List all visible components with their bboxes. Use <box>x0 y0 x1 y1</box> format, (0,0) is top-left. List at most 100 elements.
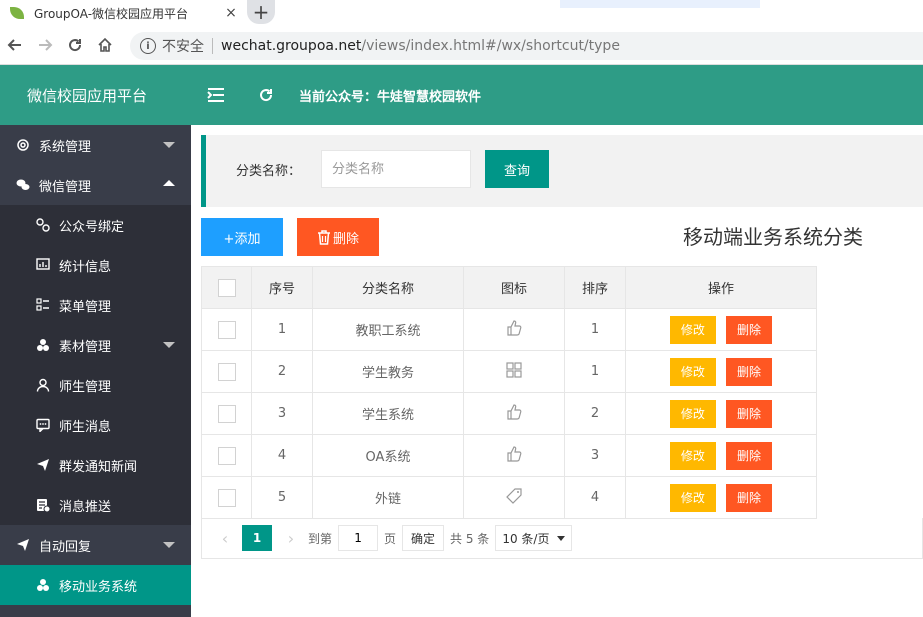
table-row: 1 教职工系统 1 修改 删除 <box>201 308 817 351</box>
row-checkbox[interactable] <box>217 446 236 465</box>
row-select-cell <box>201 434 252 477</box>
delete-button[interactable]: 删除 <box>726 399 773 428</box>
next-page-icon[interactable]: › <box>280 529 302 548</box>
row-actions: 修改 删除 <box>625 308 817 351</box>
edit-button[interactable]: 修改 <box>669 315 716 344</box>
edit-button[interactable]: 修改 <box>669 399 716 428</box>
row-icon-cell <box>463 476 565 519</box>
sidebar-item-messages[interactable]: 师生消息 <box>0 405 191 445</box>
sidebar-item-statistics[interactable]: 统计信息 <box>0 245 191 285</box>
batch-delete-label: 删除 <box>332 231 359 247</box>
app-header: 微信校园应用平台 当前公众号：牛娃智慧校园软件 <box>0 65 923 125</box>
delete-button[interactable]: 删除 <box>726 483 773 512</box>
sidebar-item-menu[interactable]: 菜单管理 <box>0 285 191 325</box>
url-path: /views/index.html#/wx/shortcut/type <box>361 38 620 54</box>
address-bar: i 不安全 wechat.groupoa.net /views/index.ht… <box>0 26 923 65</box>
thumbs-up-icon <box>506 319 522 340</box>
sidebar-item-label: 系统管理 <box>39 139 92 155</box>
sidebar-item-label: 统计信息 <box>59 259 112 275</box>
row-no: 5 <box>251 476 313 519</box>
divider <box>212 38 213 54</box>
row-icon-cell <box>463 434 565 477</box>
new-tab-button[interactable]: + <box>247 0 275 24</box>
row-checkbox[interactable] <box>217 488 236 507</box>
refresh-icon[interactable] <box>241 87 291 103</box>
row-name: 外链 <box>312 476 464 519</box>
table-row: 5 外链 4 修改 删除 <box>201 476 817 519</box>
tab-close-icon[interactable]: × <box>222 5 240 21</box>
user-icon <box>36 378 50 392</box>
app-logo[interactable]: 微信校园应用平台 <box>0 85 191 106</box>
material-icon <box>36 578 50 592</box>
goto-confirm-button[interactable]: 确定 <box>402 525 445 551</box>
tag-icon <box>506 487 522 508</box>
delete-button[interactable]: 删除 <box>726 441 773 470</box>
column-header[interactable]: 分类名称 <box>312 266 464 309</box>
row-actions: 修改 删除 <box>625 434 817 477</box>
current-account: 当前公众号：牛娃智慧校园软件 <box>299 89 482 105</box>
sidebar-item-label: 菜单管理 <box>59 299 112 315</box>
link-icon <box>36 218 50 232</box>
sidebar-item-account-binding[interactable]: 公众号绑定 <box>0 205 191 245</box>
home-icon[interactable] <box>90 30 120 60</box>
edit-button[interactable]: 修改 <box>669 441 716 470</box>
row-select-cell <box>201 476 252 519</box>
row-actions: 修改 删除 <box>625 476 817 519</box>
sidebar-item-users[interactable]: 师生管理 <box>0 365 191 405</box>
forward-icon[interactable] <box>30 30 60 60</box>
sidebar-item-label: 移动业务系统 <box>59 579 138 595</box>
back-icon[interactable] <box>0 30 30 60</box>
add-button[interactable]: +添加 <box>201 218 283 256</box>
sidebar-item-material[interactable]: 素材管理 <box>0 325 191 365</box>
sidebar-item-broadcast[interactable]: 群发通知新闻 <box>0 445 191 485</box>
batch-delete-button[interactable]: 删除 <box>297 218 379 256</box>
url-host: wechat.groupoa.net <box>221 38 362 54</box>
background-decoration <box>560 0 760 8</box>
sidebar: 系统管理 微信管理 公众号绑定 统计信息 菜单管理 素材管理 师生管理 师生消息… <box>0 125 191 617</box>
sidebar-item-push[interactable]: 消息推送 <box>0 485 191 525</box>
prev-page-icon[interactable]: ‹ <box>214 529 236 548</box>
row-name: 学生系统 <box>312 392 464 435</box>
sidebar-item-auto-reply[interactable]: 自动回复 <box>0 525 191 565</box>
row-order: 4 <box>564 476 626 519</box>
row-no: 4 <box>251 434 313 477</box>
row-actions: 修改 删除 <box>625 350 817 393</box>
menu-icon <box>36 298 50 312</box>
row-select-cell <box>201 350 252 393</box>
url-field[interactable]: i 不安全 wechat.groupoa.net /views/index.ht… <box>130 32 923 60</box>
column-header[interactable]: 图标 <box>463 266 565 309</box>
thumbs-up-icon <box>506 445 522 466</box>
sidebar-item-system[interactable]: 系统管理 <box>0 125 191 165</box>
page-size-select[interactable]: 10 条/页 <box>495 525 573 551</box>
delete-button[interactable]: 删除 <box>726 357 773 386</box>
reload-icon[interactable] <box>60 30 90 60</box>
caret-down-icon <box>557 535 566 541</box>
sidebar-item-label: 师生消息 <box>59 419 112 435</box>
select-all-checkbox[interactable] <box>217 278 236 297</box>
row-checkbox[interactable] <box>217 404 236 423</box>
row-name: 教职工系统 <box>312 308 464 351</box>
info-icon[interactable]: i <box>140 38 156 54</box>
sidebar-item-label: 消息推送 <box>59 499 112 515</box>
search-input[interactable] <box>321 150 471 188</box>
delete-button[interactable]: 删除 <box>726 315 773 344</box>
edit-button[interactable]: 修改 <box>669 357 716 386</box>
category-table: 序号 分类名称 图标 排序 操作 1 教职工系统 1 修改 删除 2 学生教务 … <box>201 266 817 519</box>
push-icon <box>36 498 50 512</box>
row-checkbox[interactable] <box>217 320 236 339</box>
goto-page-input[interactable] <box>338 525 379 551</box>
column-header[interactable]: 序号 <box>251 266 313 309</box>
sidebar-item-label: 师生管理 <box>59 379 112 395</box>
edit-button[interactable]: 修改 <box>669 483 716 512</box>
goto-label: 到第 <box>308 531 333 546</box>
column-header[interactable]: 排序 <box>564 266 626 309</box>
grid-icon <box>506 361 522 382</box>
menu-toggle-icon[interactable] <box>191 87 241 103</box>
sidebar-item-wechat[interactable]: 微信管理 <box>0 165 191 205</box>
sidebar-item-mobile-business[interactable]: 移动业务系统 <box>0 565 191 605</box>
select-all-cell <box>201 266 252 309</box>
query-button[interactable]: 查询 <box>485 150 549 188</box>
current-page[interactable]: 1 <box>242 525 272 551</box>
browser-tab[interactable]: GroupOA-微信校园应用平台 × <box>0 0 240 26</box>
row-checkbox[interactable] <box>217 362 236 381</box>
